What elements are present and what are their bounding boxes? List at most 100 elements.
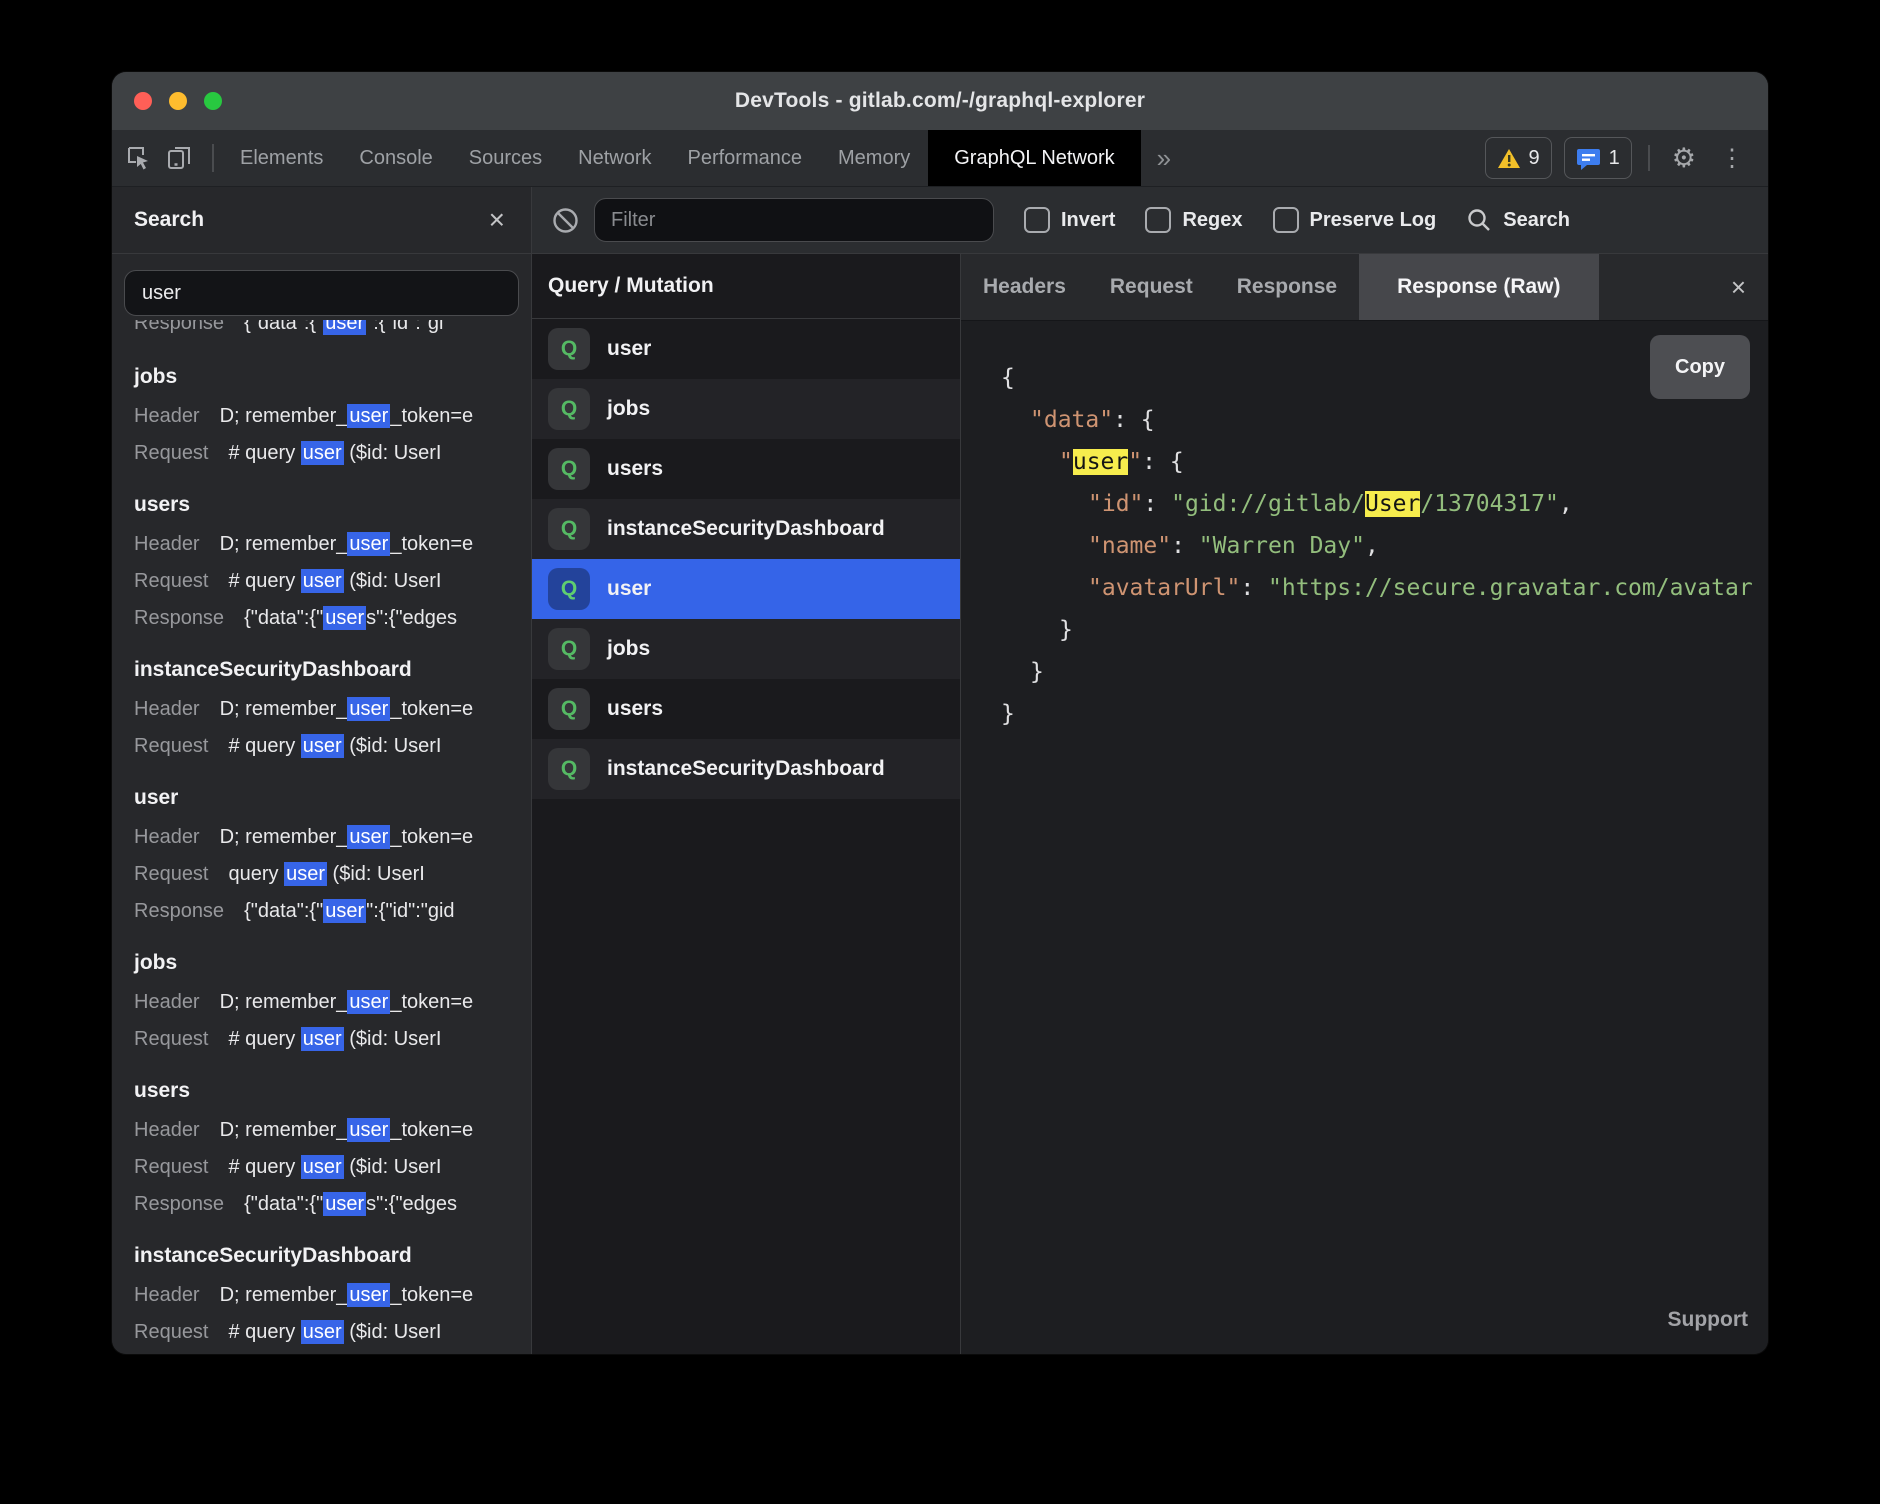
search-result-row[interactable]: HeaderD; remember_user_token=e bbox=[112, 984, 531, 1021]
warnings-badge[interactable]: 9 bbox=[1485, 137, 1552, 179]
result-text: _token=e bbox=[390, 698, 473, 720]
search-toggle[interactable]: Search bbox=[1466, 207, 1570, 233]
tab-memory[interactable]: Memory bbox=[820, 130, 928, 186]
copy-button[interactable]: Copy bbox=[1650, 335, 1750, 399]
result-row-label: Header bbox=[134, 533, 200, 555]
query-badge-icon: Q bbox=[548, 508, 590, 550]
search-result-row[interactable]: Requestquery user ($id: UserI bbox=[112, 856, 531, 893]
result-text: ($id: UserI bbox=[344, 1028, 442, 1050]
query-list-item[interactable]: Qjobs bbox=[532, 379, 960, 439]
query-list-item[interactable]: QinstanceSecurityDashboard bbox=[532, 739, 960, 799]
search-result-row[interactable]: HeaderD; remember_user_token=e bbox=[112, 691, 531, 728]
query-item-label: instanceSecurityDashboard bbox=[607, 757, 885, 781]
search-result-row[interactable]: HeaderD; remember_user_token=e bbox=[112, 819, 531, 856]
result-row-label: Response bbox=[134, 1193, 224, 1215]
search-result-row[interactable]: HeaderD; remember_user_token=e bbox=[112, 1112, 531, 1149]
close-window-button[interactable] bbox=[134, 92, 152, 110]
json-token: " bbox=[1059, 449, 1073, 475]
tab-request[interactable]: Request bbox=[1088, 254, 1215, 320]
result-text: {"data":{" bbox=[244, 900, 323, 922]
match-highlight: User bbox=[1365, 491, 1420, 517]
regex-checkbox[interactable] bbox=[1145, 207, 1171, 233]
search-result-row[interactable]: Request# query user ($id: UserI bbox=[112, 435, 531, 472]
json-token: "https://secure.gravatar.com/avatar bbox=[1268, 575, 1753, 601]
result-text: query bbox=[229, 863, 285, 885]
query-item-label: users bbox=[607, 697, 663, 721]
filter-input[interactable] bbox=[594, 198, 994, 242]
query-list-item[interactable]: QinstanceSecurityDashboard bbox=[532, 499, 960, 559]
result-text: # query bbox=[229, 570, 301, 592]
tab-headers[interactable]: Headers bbox=[961, 254, 1088, 320]
search-result-row[interactable]: Response{"data":{"users":{"edges bbox=[112, 600, 531, 637]
result-row-label: Request bbox=[134, 1028, 209, 1050]
search-result-row[interactable]: Request# query user ($id: UserI bbox=[112, 1149, 531, 1186]
result-row-label: Request bbox=[134, 1156, 209, 1178]
match-highlight: user bbox=[323, 320, 366, 335]
match-highlight: user bbox=[301, 569, 344, 593]
issues-badge[interactable]: 1 bbox=[1564, 137, 1632, 179]
search-result-section: usersHeaderD; remember_user_token=eReque… bbox=[112, 484, 531, 637]
tab-response[interactable]: Response bbox=[1215, 254, 1359, 320]
query-list-item-selected[interactable]: Quser bbox=[532, 559, 960, 619]
search-result-row[interactable]: Request# query user ($id: UserI bbox=[112, 1314, 531, 1351]
response-raw-viewer: Copy {"data": {"user": {"id": "gid://git… bbox=[961, 321, 1768, 1354]
preserve-log-checkbox-group: Preserve Log bbox=[1273, 207, 1437, 233]
result-section-heading: users bbox=[112, 1070, 531, 1112]
search-input[interactable] bbox=[124, 270, 519, 316]
json-line: } bbox=[1001, 651, 1768, 693]
search-result-row[interactable]: Request# query user ($id: UserI bbox=[112, 563, 531, 600]
maximize-window-button[interactable] bbox=[204, 92, 222, 110]
block-clear-icon[interactable] bbox=[550, 205, 580, 235]
kebab-menu-icon[interactable]: ⋮ bbox=[1714, 144, 1750, 173]
json-line: "data": { bbox=[1001, 399, 1768, 441]
support-link[interactable]: Support bbox=[1668, 1299, 1748, 1341]
tab-elements[interactable]: Elements bbox=[222, 130, 341, 186]
search-icon bbox=[1466, 207, 1492, 233]
search-result-row[interactable]: Response{"data":{"user":{"id":"gi bbox=[112, 320, 531, 342]
inspect-element-icon[interactable] bbox=[124, 143, 154, 173]
tab-response-raw[interactable]: Response (Raw) bbox=[1359, 254, 1598, 320]
search-result-row[interactable]: HeaderD; remember_user_token=e bbox=[112, 1277, 531, 1314]
settings-gear-icon[interactable]: ⚙ bbox=[1666, 143, 1702, 174]
query-list-item[interactable]: Qusers bbox=[532, 439, 960, 499]
match-highlight: user bbox=[301, 1155, 344, 1179]
result-row-label: Request bbox=[134, 1321, 209, 1343]
result-text: ($id: UserI bbox=[344, 570, 442, 592]
details-close-icon[interactable]: × bbox=[1731, 274, 1768, 300]
result-text: # query bbox=[229, 1028, 301, 1050]
regex-checkbox-group: Regex bbox=[1145, 207, 1242, 233]
query-list-item[interactable]: Qjobs bbox=[532, 619, 960, 679]
query-badge-icon: Q bbox=[548, 388, 590, 430]
invert-checkbox[interactable] bbox=[1024, 207, 1050, 233]
toolbar-divider bbox=[212, 144, 214, 172]
search-close-icon[interactable]: × bbox=[489, 206, 505, 234]
search-result-row[interactable]: Request# query user ($id: UserI bbox=[112, 1021, 531, 1058]
minimize-window-button[interactable] bbox=[169, 92, 187, 110]
tab-sources[interactable]: Sources bbox=[451, 130, 560, 186]
search-result-row[interactable]: HeaderD; remember_user_token=e bbox=[112, 526, 531, 563]
json-line: "name": "Warren Day", bbox=[1001, 525, 1768, 567]
json-token: { bbox=[1001, 365, 1015, 391]
result-text: # query bbox=[229, 442, 301, 464]
query-list-item[interactable]: Quser bbox=[532, 319, 960, 379]
tab-network[interactable]: Network bbox=[560, 130, 669, 186]
tab-console[interactable]: Console bbox=[341, 130, 450, 186]
result-text: _token=e bbox=[390, 826, 473, 848]
warning-icon bbox=[1497, 148, 1521, 169]
search-result-row[interactable]: Response{"data":{"user":{"id":"gid bbox=[112, 893, 531, 930]
query-list-item[interactable]: Qusers bbox=[532, 679, 960, 739]
result-row-label: Header bbox=[134, 698, 200, 720]
more-tabs-icon[interactable]: » bbox=[1141, 130, 1187, 186]
result-section-heading: jobs bbox=[112, 942, 531, 984]
search-result-row[interactable]: Request# query user ($id: UserI bbox=[112, 728, 531, 765]
preserve-log-checkbox[interactable] bbox=[1273, 207, 1299, 233]
query-mutation-panel: Query / Mutation QuserQjobsQusersQinstan… bbox=[532, 254, 961, 1354]
tab-graphql-network[interactable]: GraphQL Network bbox=[928, 130, 1140, 186]
search-result-row[interactable]: Response{"data":{"users":{"edges bbox=[112, 1186, 531, 1223]
search-result-row[interactable]: HeaderD; remember_user_token=e bbox=[112, 398, 531, 435]
device-toolbar-icon[interactable] bbox=[164, 143, 194, 173]
panel-tabs: ElementsConsoleSourcesNetworkPerformance… bbox=[222, 130, 928, 186]
result-section-heading: instanceSecurityDashboard bbox=[112, 1235, 531, 1277]
tab-performance[interactable]: Performance bbox=[670, 130, 821, 186]
search-panel: Search × Response{"data":{"user":{"id":"… bbox=[112, 187, 532, 1354]
